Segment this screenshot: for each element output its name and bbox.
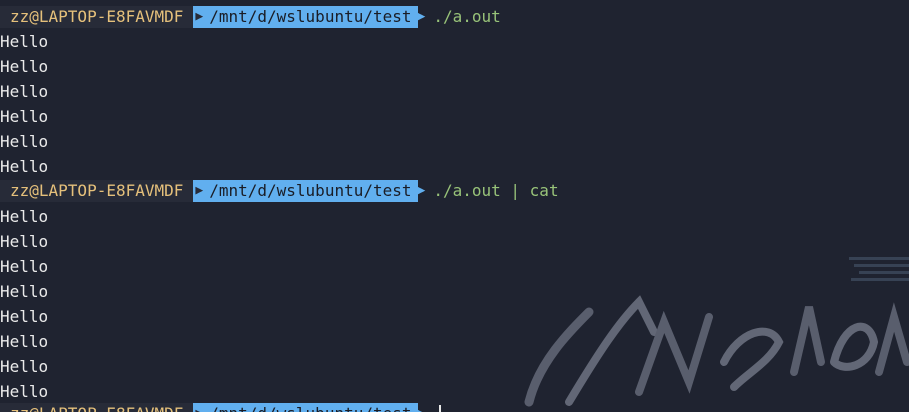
background-watermark-art: [524, 257, 909, 407]
text-cursor: [439, 405, 442, 412]
prompt-line-1: zz@LAPTOP-E8FAVMDF ▶ /mnt/d/wslubuntu/te…: [0, 6, 501, 28]
terminal-window[interactable]: zz@LAPTOP-E8FAVMDF ▶ /mnt/d/wslubuntu/te…: [0, 0, 909, 412]
powerline-arrow-icon: ▶: [417, 183, 426, 198]
output-line: Hello: [0, 357, 49, 376]
powerline-arrow-icon: ▶: [193, 6, 208, 28]
output-line: Hello: [0, 257, 49, 276]
prompt-path: /mnt/d/wslubuntu/test: [207, 403, 418, 412]
prompt-line-3[interactable]: zz@LAPTOP-E8FAVMDF ▶ /mnt/d/wslubuntu/te…: [0, 403, 442, 412]
prompt-user-host: zz@LAPTOP-E8FAVMDF: [0, 403, 194, 412]
output-line: Hello: [0, 32, 49, 51]
prompt-path: /mnt/d/wslubuntu/test: [207, 180, 418, 202]
command-text: ./a.out: [433, 7, 501, 26]
output-line: Hello: [0, 107, 49, 126]
prompt-user-host: zz@LAPTOP-E8FAVMDF: [0, 180, 194, 202]
output-line: Hello: [0, 132, 49, 151]
output-line: Hello: [0, 207, 49, 226]
powerline-arrow-icon: ▶: [193, 180, 208, 202]
powerline-arrow-icon: ▶: [417, 9, 426, 24]
output-line: Hello: [0, 232, 49, 251]
prompt-line-2: zz@LAPTOP-E8FAVMDF ▶ /mnt/d/wslubuntu/te…: [0, 180, 559, 202]
command-text: ./a.out | cat: [433, 181, 559, 200]
powerline-arrow-icon: ▶: [193, 403, 208, 412]
powerline-arrow-icon: ▶: [418, 403, 434, 412]
output-line: Hello: [0, 157, 49, 176]
output-line: Hello: [0, 57, 49, 76]
prompt-user-host: zz@LAPTOP-E8FAVMDF: [0, 6, 194, 28]
prompt-path: /mnt/d/wslubuntu/test: [207, 6, 418, 28]
output-line: Hello: [0, 382, 49, 401]
output-line: Hello: [0, 82, 49, 101]
output-line: Hello: [0, 307, 49, 326]
output-line: Hello: [0, 332, 49, 351]
output-line: Hello: [0, 282, 49, 301]
